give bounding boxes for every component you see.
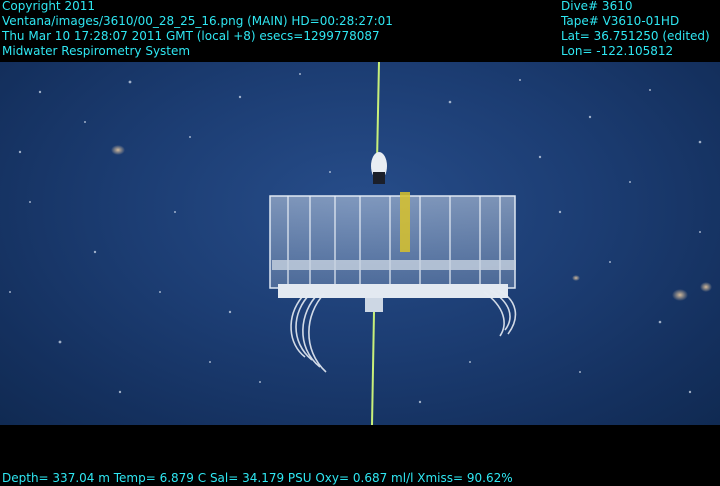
video-info-left: Copyright 2011 Ventana/images/3610/00_28… xyxy=(2,0,393,59)
sensor-readout: Depth= 337.04 m Temp= 6.879 C Sal= 34.17… xyxy=(2,471,513,485)
underwater-photo xyxy=(0,62,720,425)
image-path-text: Ventana/images/3610/00_28_25_16.png (MAI… xyxy=(2,14,393,28)
system-name-text: Midwater Respirometry System xyxy=(2,44,191,58)
latitude-text: Lat= 36.751250 (edited) xyxy=(561,29,710,43)
video-info-right: Dive# 3610 Tape# V3610-01HD Lat= 36.7512… xyxy=(561,0,710,59)
tape-number-text: Tape# V3610-01HD xyxy=(561,14,680,28)
respirometer-scene xyxy=(9,62,712,425)
timestamp-text: Thu Mar 10 17:28:07 2011 GMT (local +8) … xyxy=(2,29,380,43)
copyright-text: Copyright 2011 xyxy=(2,0,95,13)
sampling-tubes xyxy=(290,289,517,373)
respirometry-frame xyxy=(269,192,516,312)
dive-number-text: Dive# 3610 xyxy=(561,0,633,13)
tether-cable xyxy=(376,62,380,163)
instrument-float xyxy=(371,152,387,184)
tether-cable-lower xyxy=(371,311,375,425)
longitude-text: Lon= -122.105812 xyxy=(561,44,674,58)
